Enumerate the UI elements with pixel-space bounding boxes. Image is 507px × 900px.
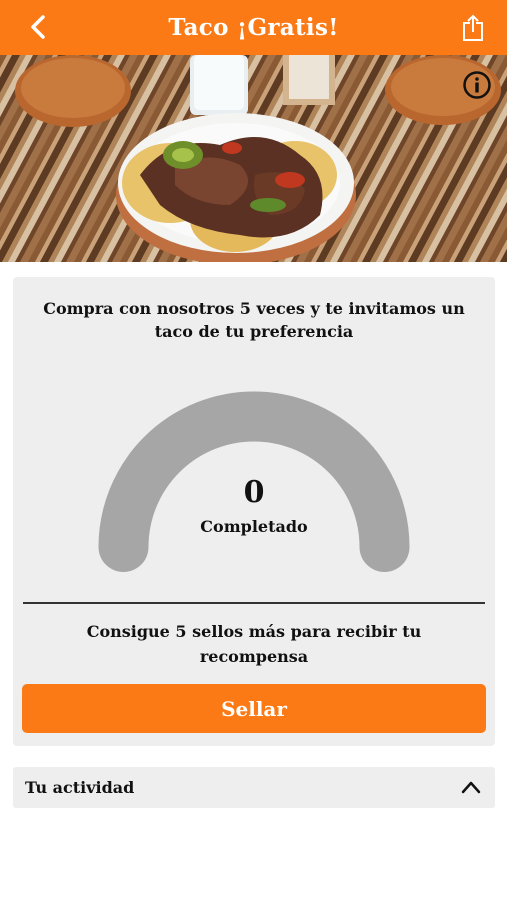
progress-count: 0 xyxy=(243,475,265,510)
chevron-up-icon[interactable] xyxy=(461,779,481,795)
top-bar: Taco ¡Gratis! xyxy=(0,0,507,55)
share-icon[interactable] xyxy=(459,13,487,43)
taco-photo xyxy=(0,55,507,262)
promo-text: Compra con nosotros 5 veces y te invitam… xyxy=(43,299,465,341)
reward-card: Compra con nosotros 5 veces y te invitam… xyxy=(13,277,495,746)
progress-label: Completado xyxy=(200,517,308,536)
divider xyxy=(23,602,485,604)
page-title: Taco ¡Gratis! xyxy=(168,14,339,41)
activity-section-header[interactable]: Tu actividad xyxy=(13,767,495,808)
stamp-button[interactable]: Sellar xyxy=(22,684,486,733)
activity-label: Tu actividad xyxy=(25,778,135,797)
info-icon[interactable] xyxy=(462,70,492,100)
chevron-left-icon[interactable] xyxy=(24,12,54,42)
hero-image xyxy=(0,55,507,262)
stamps-remaining-message: Consigue 5 sellos más para recibir tu re… xyxy=(86,622,422,666)
